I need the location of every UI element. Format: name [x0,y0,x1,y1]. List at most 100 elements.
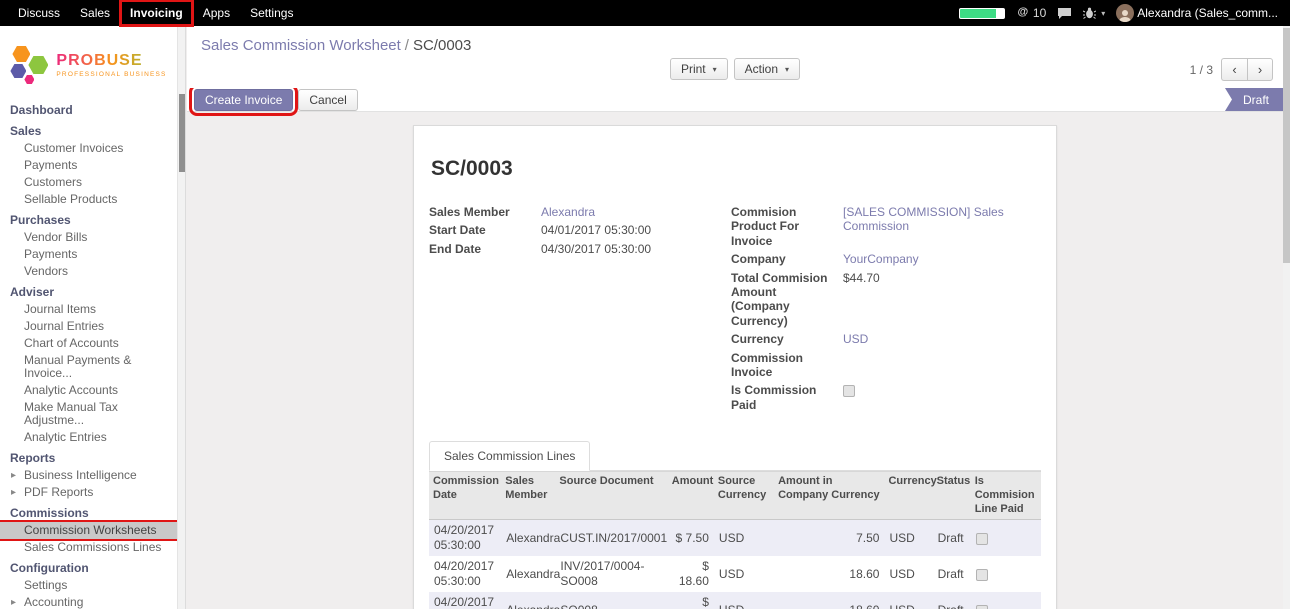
sidebar-section-reports: Reports [0,446,177,467]
field-label-company: Company [731,252,843,266]
table-row[interactable]: 04/20/2017 05:30:00 Alexandra CUST.IN/20… [429,520,1041,557]
sidebar-item-payments[interactable]: Payments [0,157,177,174]
commission-product-value[interactable]: [SALES COMMISSION] Sales Commission [843,205,1004,233]
company-value[interactable]: YourCompany [843,252,919,266]
cell-amount: $ 7.50 [668,520,714,557]
form-sheet: SC/0003 Sales Member Alexandra Start Dat… [413,125,1057,609]
activity-menu[interactable]: @ 10 [1016,6,1046,20]
pager-previous-button[interactable]: ‹ [1221,58,1247,81]
cell-line-paid [971,556,1041,592]
sidebar-item-analytic-entries[interactable]: Analytic Entries [0,429,177,446]
sidebar-item-commission-worksheets[interactable]: Commission Worksheets [0,522,177,539]
field-label-commission-product: Commision Product For Invoice [731,205,843,248]
sidebar-item-vendor-bills[interactable]: Vendor Bills [0,229,177,246]
user-menu[interactable]: Alexandra (Sales_comm... [1116,4,1278,22]
sidebar-item-pdf-reports[interactable]: ▸ PDF Reports [0,484,177,501]
expand-arrow-icon: ▸ [11,486,16,499]
cell-source-currency: USD [714,592,774,609]
table-row[interactable]: 04/20/2017 10:35:53 Alexandra SO008 $ 18… [429,592,1041,609]
breadcrumb-parent-link[interactable]: Sales Commission Worksheet [201,37,401,54]
menu-settings[interactable]: Settings [240,0,303,26]
chevron-down-icon: ▾ [713,65,717,74]
tab-sales-commission-lines[interactable]: Sales Commission Lines [429,441,590,471]
currency-value[interactable]: USD [843,332,868,346]
end-date-value: 04/30/2017 05:30:00 [541,242,731,256]
col-amount[interactable]: Amount [668,472,714,520]
sidebar-item-sellable-products[interactable]: Sellable Products [0,191,177,208]
sidebar-item-business-intelligence[interactable]: ▸ Business Intelligence [0,467,177,484]
col-currency[interactable]: Currency [884,472,932,520]
col-status[interactable]: Status [933,472,971,520]
expand-arrow-icon: ▸ [11,469,16,482]
col-sales-member[interactable]: Sales Member [501,472,555,520]
col-source-document[interactable]: Source Document [555,472,667,520]
cell-amount: $ 18.60 [668,556,714,592]
commission-invoice-value [843,351,1041,380]
pager-next-button[interactable]: › [1247,58,1273,81]
sidebar-item-make-manual-tax-adjustment[interactable]: Make Manual Tax Adjustme... [0,399,177,429]
sidebar-item-customer-invoices[interactable]: Customer Invoices [0,140,177,157]
col-line-paid[interactable]: Is Commision Line Paid [971,472,1041,520]
menu-discuss[interactable]: Discuss [8,0,70,26]
menu-apps[interactable]: Apps [193,0,240,26]
create-invoice-button[interactable]: Create Invoice [194,89,293,111]
debug-menu[interactable]: ▾ [1083,7,1105,20]
sidebar-item-chart-of-accounts[interactable]: Chart of Accounts [0,335,177,352]
sidebar-section-adviser: Adviser [0,280,177,301]
cell-status: Draft [933,592,971,609]
pager-value[interactable]: 1 / 3 [1190,63,1213,77]
table-row[interactable]: 04/20/2017 05:30:00 Alexandra INV/2017/0… [429,556,1041,592]
col-amount-company-currency[interactable]: Amount in Company Currency [774,472,884,520]
cell-commission-date: 04/20/2017 10:35:53 [429,592,501,609]
sidebar-item-dashboard[interactable]: Dashboard [0,98,177,119]
cancel-button[interactable]: Cancel [298,89,357,111]
cell-amount-company-currency: 18.60 [774,592,884,609]
col-commission-date[interactable]: Commission Date [429,472,501,520]
cell-commission-date: 04/20/2017 05:30:00 [429,556,501,592]
cell-source-document: INV/2017/0004-SO008 [555,556,667,592]
bug-icon [1083,7,1096,20]
menu-sales[interactable]: Sales [70,0,120,26]
is-commission-paid-checkbox[interactable] [843,385,855,397]
commission-lines-table: Commission Date Sales Member Source Docu… [429,471,1041,609]
sidebar-item-label: Business Intelligence [24,468,137,482]
line-paid-checkbox[interactable] [976,605,988,609]
sidebar-item-accounting[interactable]: ▸ Accounting [0,594,177,609]
main-area: Sales Commission Worksheet/SC/0003 Print… [187,26,1283,609]
print-button[interactable]: Print ▾ [670,58,728,80]
sidebar-item-sales-commissions-lines[interactable]: Sales Commissions Lines [0,539,177,556]
sidebar-section-configuration: Configuration [0,556,177,577]
line-paid-checkbox[interactable] [976,533,988,545]
menu-invoicing[interactable]: Invoicing [120,0,193,26]
logo-hexagons-icon [10,44,50,86]
sidebar-item-settings[interactable]: Settings [0,577,177,594]
total-commission-amount-value: $44.70 [843,271,1041,329]
page-scrollbar[interactable] [1283,26,1290,609]
cell-line-paid [971,592,1041,609]
field-label-commission-invoice: Commission Invoice [731,351,843,380]
chat-bubble-icon [1057,7,1072,20]
sidebar-item-vendors[interactable]: Vendors [0,263,177,280]
sidebar-scrollbar[interactable] [177,26,185,609]
sidebar-item-manual-payments-invoice[interactable]: Manual Payments & Invoice... [0,352,177,382]
sidebar-item-label: Accounting [24,595,83,609]
breadcrumb-current: SC/0003 [413,37,471,54]
field-label-start-date: Start Date [429,223,541,237]
user-name: Alexandra (Sales_comm... [1137,6,1278,20]
cell-sales-member: Alexandra [501,520,555,557]
sidebar-section-commissions: Commissions [0,501,177,522]
sidebar-item-journal-entries[interactable]: Journal Entries [0,318,177,335]
col-source-currency[interactable]: Source Currency [714,472,774,520]
sidebar-item-analytic-accounts[interactable]: Analytic Accounts [0,382,177,399]
sidebar-section-sales: Sales [0,119,177,140]
cell-status: Draft [933,520,971,557]
line-paid-checkbox[interactable] [976,569,988,581]
action-button[interactable]: Action ▾ [734,58,800,80]
sidebar-item-customers[interactable]: Customers [0,174,177,191]
notebook-tabs: Sales Commission Lines [429,440,1041,471]
sales-member-value[interactable]: Alexandra [541,205,595,219]
activity-icon: @ [1016,6,1030,20]
sidebar-item-payments[interactable]: Payments [0,246,177,263]
sidebar-item-journal-items[interactable]: Journal Items [0,301,177,318]
messages-menu[interactable] [1057,7,1072,20]
